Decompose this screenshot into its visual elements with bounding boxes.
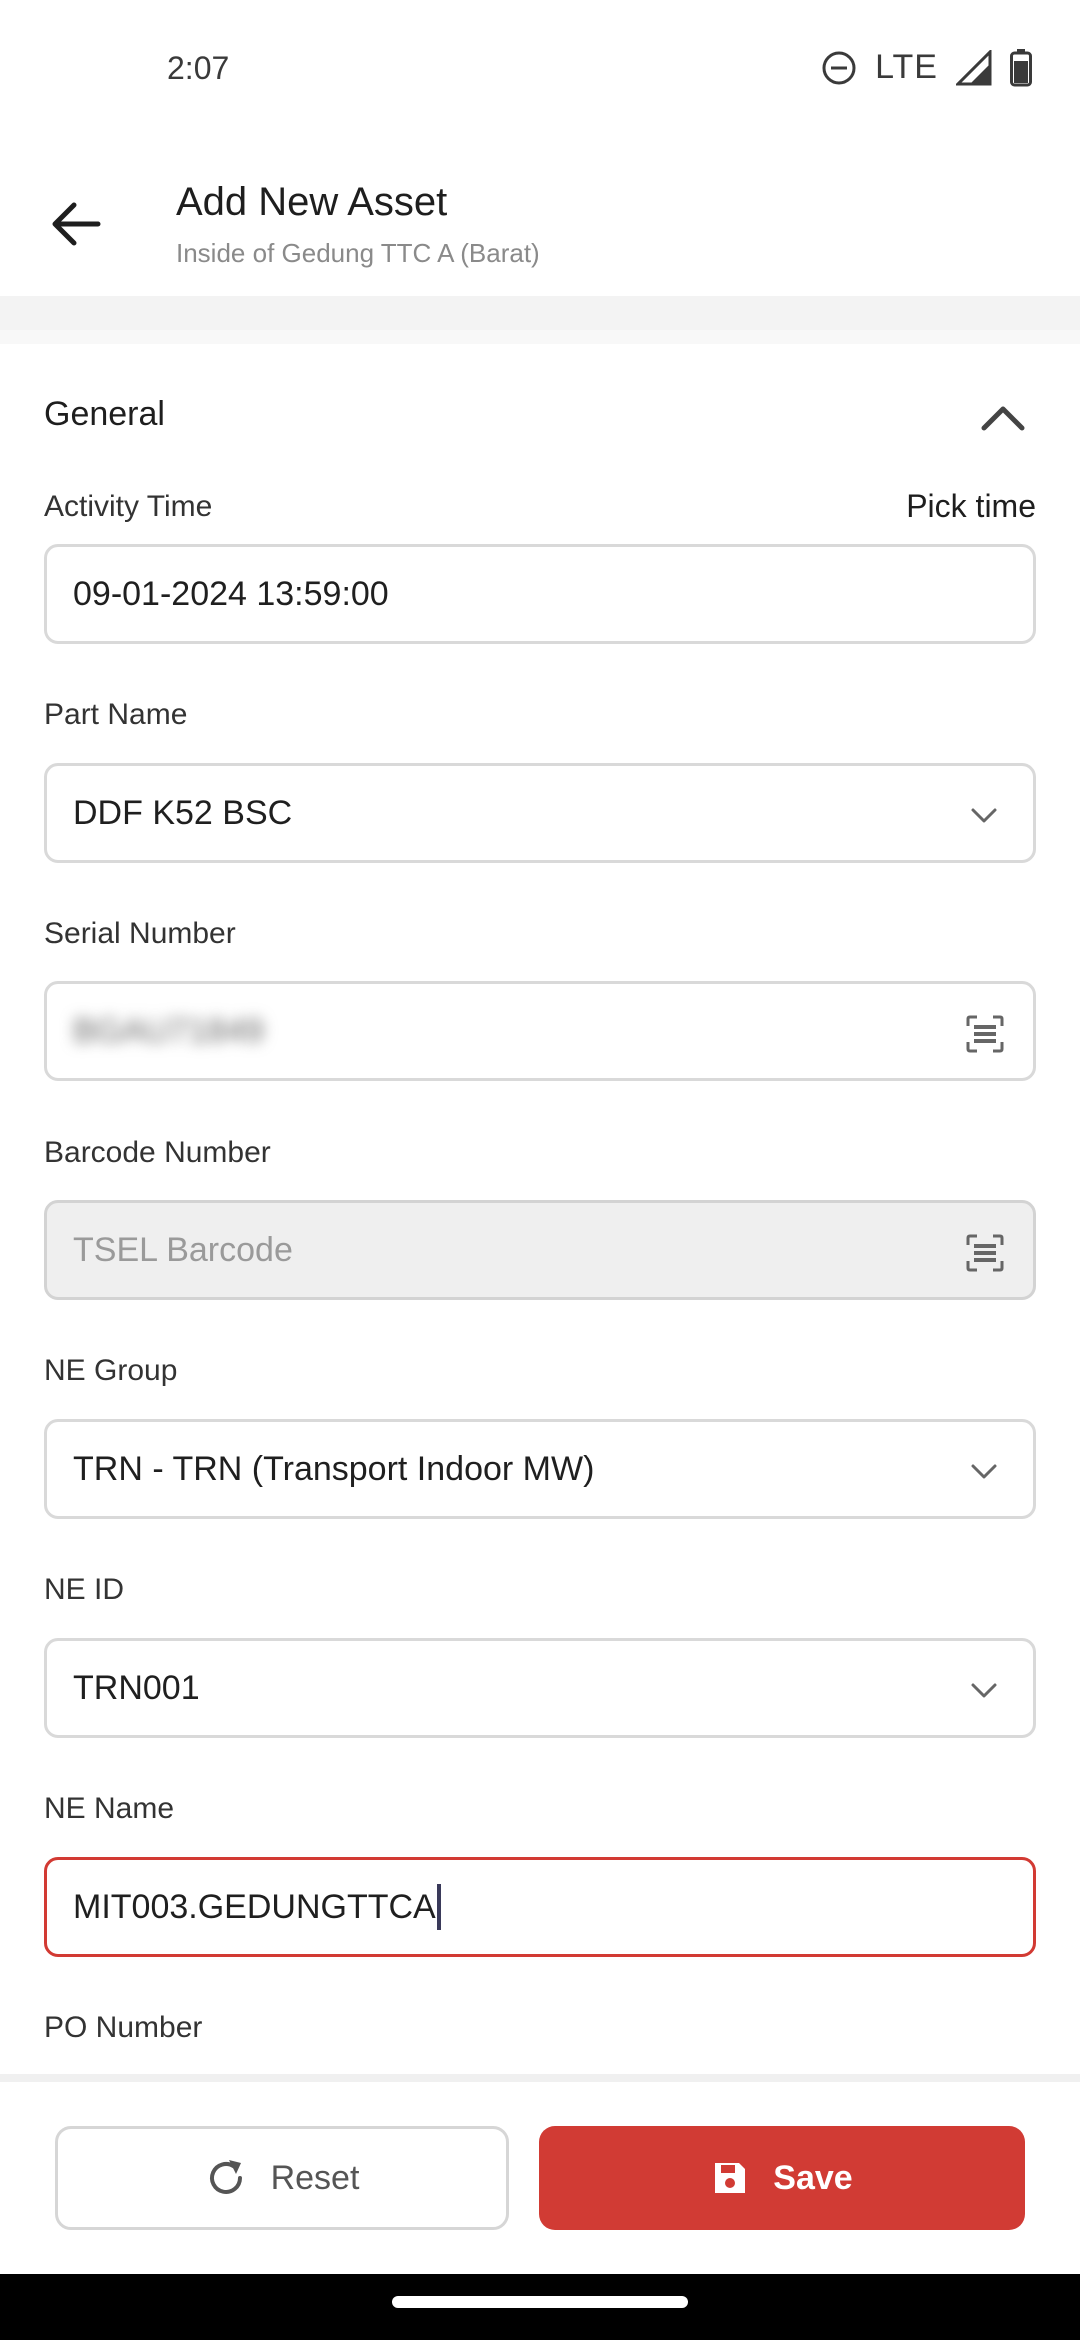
ne-id-value: TRN001 bbox=[73, 1668, 200, 1707]
po-number-label: PO Number bbox=[44, 2011, 203, 2044]
back-arrow-icon[interactable] bbox=[44, 192, 108, 256]
serial-number-value: BGAU71849 bbox=[73, 1011, 264, 1050]
reset-button[interactable]: Reset bbox=[55, 2126, 509, 2230]
save-label: Save bbox=[773, 2158, 853, 2197]
status-bar: 2:07 LTE bbox=[0, 0, 1080, 140]
do-not-disturb-icon bbox=[822, 51, 856, 84]
chevron-down-icon bbox=[971, 1683, 997, 1698]
barcode-scan-icon[interactable] bbox=[965, 1233, 1005, 1273]
ne-group-dropdown[interactable]: TRN - TRN (Transport Indoor MW) bbox=[44, 1419, 1036, 1519]
header-divider bbox=[0, 296, 1080, 330]
serial-number-label: Serial Number bbox=[44, 917, 236, 950]
ne-group-label: NE Group bbox=[44, 1354, 178, 1387]
reset-label: Reset bbox=[270, 2158, 360, 2197]
status-icons: LTE bbox=[821, 48, 1032, 87]
system-nav-bar bbox=[0, 2274, 1080, 2340]
text-cursor bbox=[436, 1884, 441, 1930]
refresh-icon bbox=[209, 2160, 242, 2194]
barcode-scan-icon[interactable] bbox=[965, 1014, 1005, 1054]
section-title-general[interactable]: General bbox=[44, 395, 165, 434]
part-name-label: Part Name bbox=[44, 698, 188, 731]
chevron-up-icon[interactable] bbox=[978, 398, 1028, 434]
activity-time-label: Activity Time bbox=[44, 490, 213, 523]
page-subtitle: Inside of Gedung TTC A (Barat) bbox=[176, 238, 540, 268]
pick-time-link[interactable]: Pick time bbox=[906, 488, 1036, 525]
barcode-number-placeholder: TSEL Barcode bbox=[73, 1230, 293, 1269]
battery-icon bbox=[1010, 48, 1032, 86]
page-title: Add New Asset bbox=[176, 180, 448, 224]
part-name-dropdown[interactable]: DDF K52 BSC bbox=[44, 763, 1036, 863]
ne-id-dropdown[interactable]: TRN001 bbox=[44, 1638, 1036, 1738]
barcode-number-field[interactable]: TSEL Barcode bbox=[44, 1200, 1036, 1300]
ne-group-value: TRN - TRN (Transport Indoor MW) bbox=[73, 1449, 595, 1488]
activity-time-value: 09-01-2024 13:59:00 bbox=[73, 574, 389, 613]
ne-name-field[interactable]: MIT003.GEDUNGTTCA bbox=[44, 1857, 1036, 1957]
activity-time-field[interactable]: 09-01-2024 13:59:00 bbox=[44, 544, 1036, 644]
status-time: 2:07 bbox=[167, 50, 230, 86]
ne-name-label: NE Name bbox=[44, 1792, 175, 1825]
signal-icon bbox=[956, 49, 992, 85]
home-gesture-pill[interactable] bbox=[392, 2296, 688, 2308]
app-header: Add New Asset Inside of Gedung TTC A (Ba… bbox=[0, 140, 1080, 296]
save-button[interactable]: Save bbox=[539, 2126, 1025, 2230]
ne-name-value: MIT003.GEDUNGTTCA bbox=[73, 1887, 436, 1926]
chevron-down-icon bbox=[971, 1464, 997, 1479]
barcode-number-label: Barcode Number bbox=[44, 1136, 271, 1169]
bottom-divider bbox=[0, 2074, 1080, 2082]
network-type: LTE bbox=[875, 48, 938, 86]
ne-id-label: NE ID bbox=[44, 1573, 125, 1606]
bottom-action-bar: Reset Save bbox=[0, 2082, 1080, 2274]
header-divider-light bbox=[0, 330, 1080, 344]
serial-number-field[interactable]: BGAU71849 bbox=[44, 981, 1036, 1081]
save-icon bbox=[715, 2163, 746, 2193]
chevron-down-icon bbox=[971, 808, 997, 823]
part-name-value: DDF K52 BSC bbox=[73, 793, 293, 832]
